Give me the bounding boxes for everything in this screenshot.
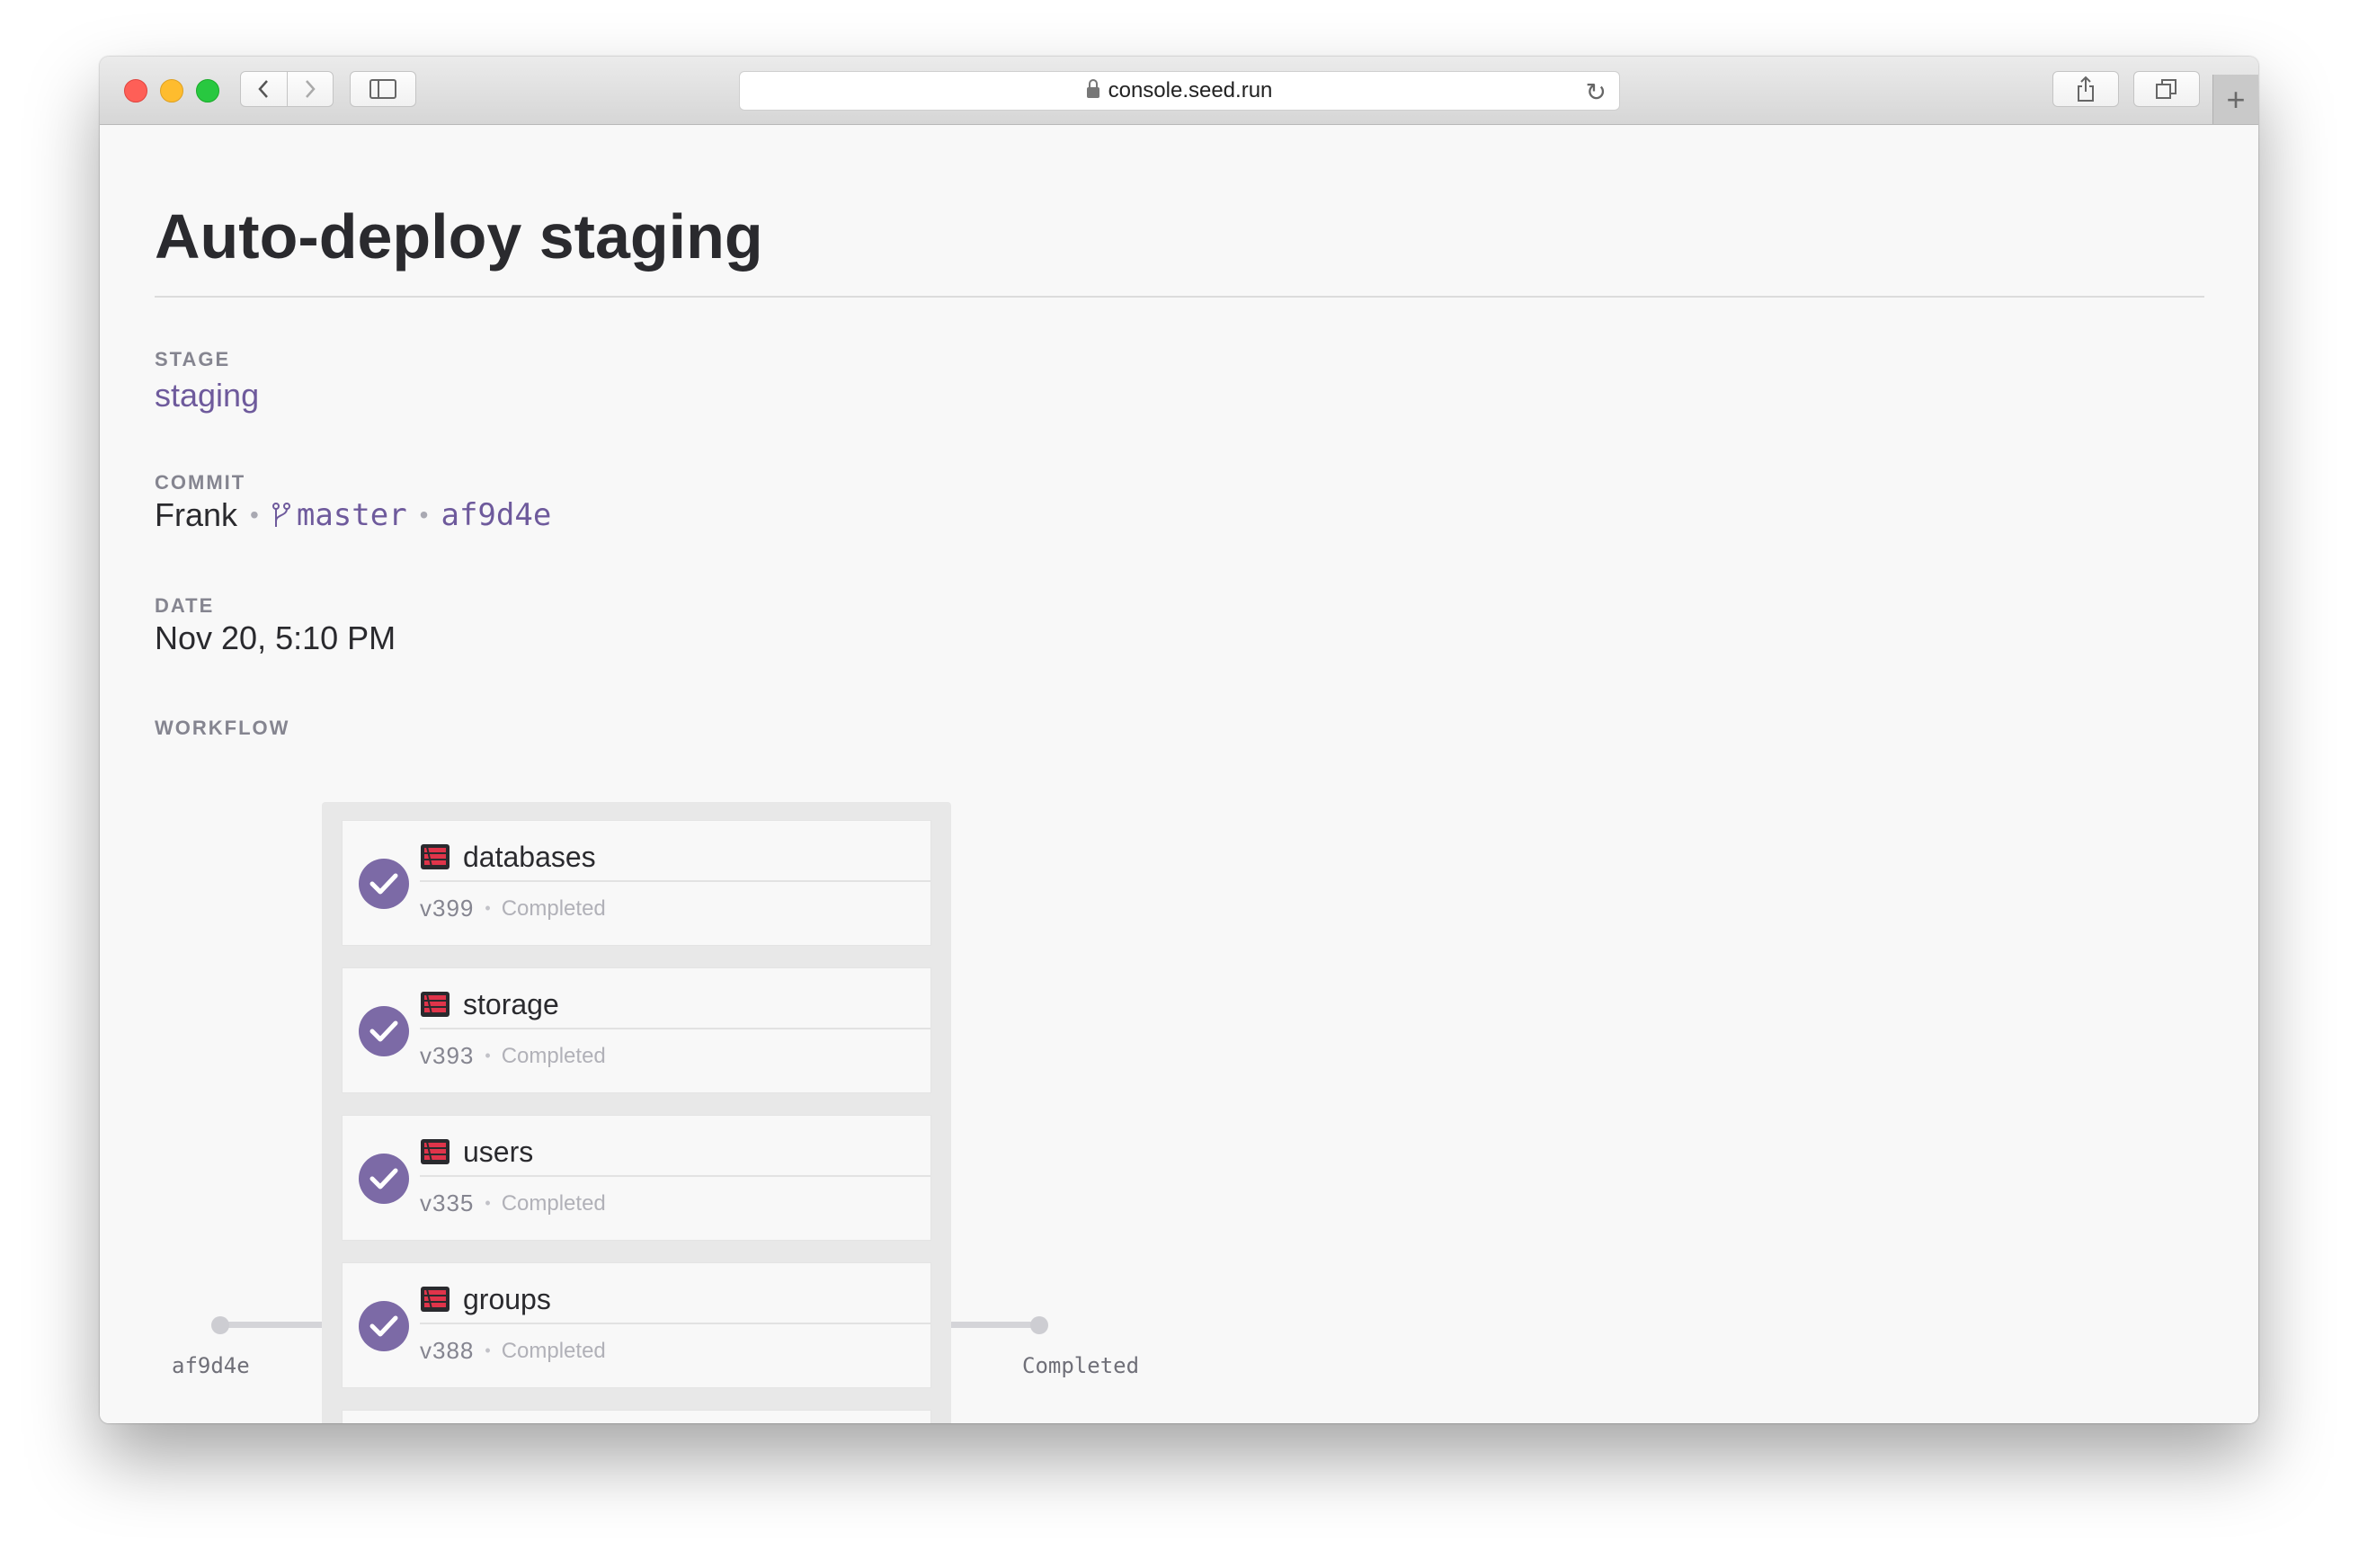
- service-card-footer: v393 • Completed: [420, 1042, 606, 1070]
- check-circle-icon: [359, 1154, 409, 1204]
- service-name: groups: [463, 1282, 551, 1315]
- navigation-buttons: [240, 71, 334, 107]
- sidebar-toggle-button[interactable]: [350, 71, 416, 107]
- workflow-input-line: [220, 1322, 322, 1328]
- service-card-header: groups: [420, 1276, 930, 1324]
- address-bar[interactable]: console.seed.run ↻: [739, 71, 1620, 111]
- service-card-header: users: [420, 1128, 930, 1177]
- service-status: Completed: [501, 1338, 606, 1363]
- workflow-output-line: [951, 1322, 1039, 1328]
- lock-icon: [1086, 79, 1099, 98]
- page-content: Auto-deploy staging STAGE staging COMMIT…: [100, 125, 2258, 1423]
- separator-dot: •: [485, 1341, 491, 1359]
- service-card-footer: v388 • Completed: [420, 1337, 606, 1365]
- forward-button[interactable]: [288, 72, 334, 106]
- workflow-end-node: [1030, 1316, 1048, 1334]
- check-circle-icon: [359, 1006, 409, 1056]
- service-card-header: databases: [420, 833, 930, 882]
- workflow-result: Completed: [1022, 1353, 1140, 1378]
- commit-info: Frank • master • af9d4e: [155, 496, 551, 534]
- reload-icon[interactable]: ↻: [1586, 77, 1607, 107]
- workflow-start-node: [211, 1316, 229, 1334]
- separator-dot: •: [250, 501, 259, 529]
- service-card[interactable]: groups v388 • Completed: [342, 1262, 931, 1388]
- serverless-function-icon: [421, 844, 450, 869]
- workflow-source-sha: af9d4e: [172, 1353, 250, 1378]
- service-card[interactable]: users v335 • Completed: [342, 1115, 931, 1241]
- service-version: v399: [420, 895, 475, 922]
- chevron-right-icon: [305, 80, 316, 98]
- close-window-button[interactable]: [124, 79, 147, 102]
- show-tabs-button[interactable]: [2133, 71, 2200, 107]
- check-circle-icon: [359, 859, 409, 909]
- service-version: v388: [420, 1337, 475, 1364]
- service-status: Completed: [501, 1190, 606, 1216]
- new-tab-button[interactable]: +: [2212, 75, 2258, 124]
- service-name: users: [463, 1135, 534, 1168]
- separator-dot: •: [485, 899, 491, 917]
- stage-link[interactable]: staging: [155, 377, 259, 414]
- service-name: storage: [463, 987, 559, 1020]
- title-divider: [155, 296, 2204, 298]
- service-status: Completed: [501, 895, 606, 921]
- zoom-window-button[interactable]: [196, 79, 219, 102]
- service-card[interactable]: storage v393 • Completed: [342, 967, 931, 1093]
- separator-dot: •: [485, 1194, 491, 1212]
- separator-dot: •: [485, 1047, 491, 1065]
- service-status: Completed: [501, 1043, 606, 1068]
- service-version: v335: [420, 1189, 475, 1216]
- sidebar-icon: [369, 79, 396, 99]
- tabs-overview-icon: [2156, 79, 2177, 99]
- chevron-left-icon: [258, 80, 269, 98]
- git-branch-icon: [272, 502, 291, 529]
- back-button[interactable]: [241, 72, 288, 106]
- share-button[interactable]: [2052, 71, 2119, 107]
- serverless-function-icon: [421, 992, 450, 1017]
- service-version: v393: [420, 1042, 475, 1069]
- separator-dot: •: [419, 501, 429, 529]
- browser-toolbar: console.seed.run ↻ +: [100, 57, 2258, 125]
- check-circle-icon: [359, 1301, 409, 1351]
- date-label: DATE: [155, 594, 215, 617]
- service-name: databases: [463, 840, 596, 873]
- commit-label: COMMIT: [155, 471, 246, 494]
- commit-sha-link[interactable]: af9d4e: [441, 497, 551, 533]
- url-text: console.seed.run: [1108, 78, 1273, 102]
- service-card[interactable]: databases v399 • Completed: [342, 820, 931, 946]
- service-card-footer: v335 • Completed: [420, 1189, 606, 1217]
- service-card-header: storage: [420, 981, 930, 1029]
- commit-author: Frank: [155, 496, 238, 533]
- browser-window: console.seed.run ↻ + Auto-deploy staging…: [100, 57, 2258, 1423]
- date-value: Nov 20, 5:10 PM: [155, 619, 396, 656]
- page-title: Auto-deploy staging: [155, 201, 763, 272]
- minimize-window-button[interactable]: [160, 79, 183, 102]
- service-card[interactable]: posts: [342, 1410, 931, 1423]
- stage-label: STAGE: [155, 348, 231, 370]
- serverless-function-icon: [421, 1287, 450, 1312]
- share-icon: [2078, 76, 2094, 102]
- workflow-label: WORKFLOW: [155, 717, 290, 739]
- serverless-function-icon: [421, 1139, 450, 1164]
- commit-branch-link[interactable]: master: [297, 497, 407, 533]
- service-card-footer: v399 • Completed: [420, 895, 606, 922]
